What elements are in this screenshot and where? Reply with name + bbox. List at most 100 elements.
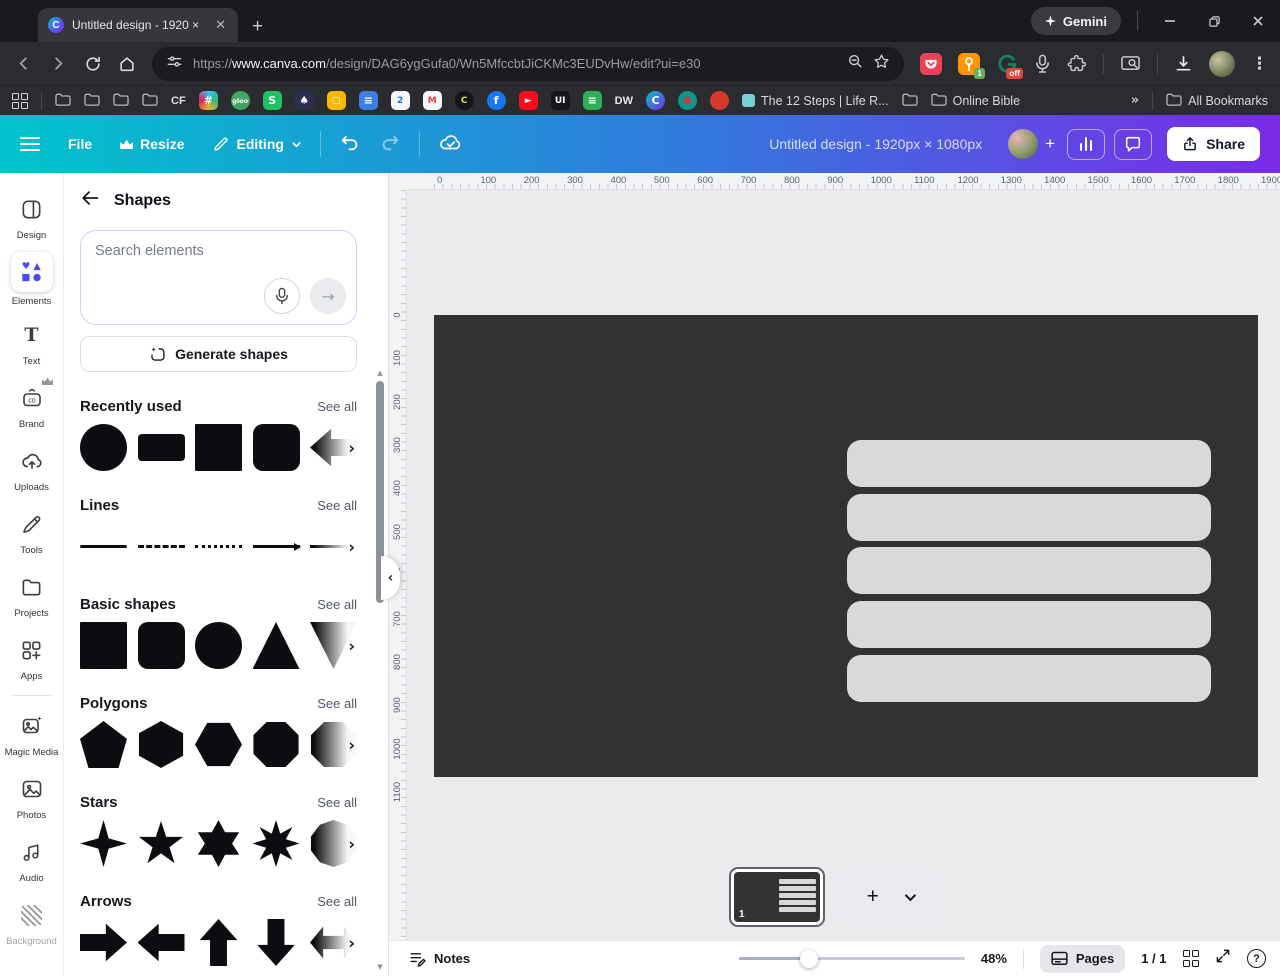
canvas-shape-bar[interactable] xyxy=(847,547,1211,594)
pages-button[interactable]: Pages xyxy=(1040,945,1125,973)
insights-button[interactable] xyxy=(1067,129,1105,160)
invite-plus-icon[interactable]: + xyxy=(1045,134,1055,154)
resize-menu[interactable]: Resize xyxy=(120,136,184,152)
bookmark-cf[interactable]: CF xyxy=(171,95,186,107)
sidebar-item-design[interactable]: Design xyxy=(0,185,63,248)
shape-star5[interactable]: › xyxy=(138,820,185,867)
sidebar-item-audio[interactable]: Audio xyxy=(0,828,63,891)
new-tab-button[interactable]: + xyxy=(252,17,263,36)
bookmark-star-icon[interactable] xyxy=(873,53,890,75)
orange-extension-icon[interactable]: 1 xyxy=(958,53,980,75)
url-bar[interactable]: https://www.canva.com/design/DAG6ygGufa0… xyxy=(152,47,904,81)
see-all-link[interactable]: See all xyxy=(317,696,357,711)
fullscreen-icon[interactable] xyxy=(1215,948,1231,969)
canvas-shape-bar[interactable] xyxy=(847,655,1211,702)
see-all-link[interactable]: See all xyxy=(317,894,357,909)
zoom-slider[interactable] xyxy=(739,957,965,960)
reading-mode-icon[interactable] xyxy=(1120,54,1141,73)
shape-square[interactable]: › xyxy=(80,622,127,669)
shape-square-rounded[interactable]: › xyxy=(253,424,300,471)
tab-close-icon[interactable]: ✕ xyxy=(211,16,230,35)
notes-button[interactable]: Notes xyxy=(409,950,470,967)
shape-line-arrow[interactable]: › xyxy=(253,523,300,570)
see-all-link[interactable]: See all xyxy=(317,399,357,414)
apps-grid-icon[interactable] xyxy=(12,93,28,109)
bookmarks-overflow-chevron[interactable]: » xyxy=(1131,93,1139,108)
sidebar-item-text[interactable]: TText xyxy=(0,311,63,374)
page-thumbnail[interactable]: 1 xyxy=(729,867,825,927)
redo-button[interactable] xyxy=(379,131,401,158)
shape-triangle[interactable]: › xyxy=(253,622,300,669)
see-all-link[interactable]: See all xyxy=(317,795,357,810)
shape-arrow-up[interactable]: › xyxy=(195,919,242,966)
shape-square-rounded[interactable]: › xyxy=(138,622,185,669)
shape-hexagon-flat[interactable]: › xyxy=(195,721,242,768)
bookmark-calendar[interactable]: 2 xyxy=(391,91,410,110)
help-button[interactable]: ? xyxy=(1247,949,1266,968)
bookmark-list[interactable]: ≡ xyxy=(583,91,602,110)
grid-view-icon[interactable] xyxy=(1183,950,1200,967)
bookmark-12-steps[interactable]: The 12 Steps | Life R... xyxy=(742,94,889,108)
share-button[interactable]: Share xyxy=(1167,127,1260,161)
bookmark-slack[interactable]: # xyxy=(199,91,218,110)
file-menu[interactable]: File xyxy=(68,136,92,152)
home-icon[interactable] xyxy=(118,55,136,73)
minimize-button[interactable] xyxy=(1148,0,1192,42)
browser-tab[interactable]: C Untitled design - 1920 × 1080p ✕ xyxy=(38,8,238,42)
bookmark-folder-1[interactable] xyxy=(55,93,71,109)
collaborator-avatar[interactable] xyxy=(1008,129,1038,159)
shape-line-dashed[interactable]: › xyxy=(138,523,185,570)
zoom-slider-thumb[interactable] xyxy=(800,950,818,968)
shape-arrow-down[interactable]: › xyxy=(253,919,300,966)
canvas-shape-bar[interactable] xyxy=(847,440,1211,487)
main-menu-icon[interactable] xyxy=(20,137,40,151)
document-title[interactable]: Untitled design - 1920px × 1080px xyxy=(769,136,982,152)
panel-scrollbar[interactable]: ▲ ▼ xyxy=(375,369,385,971)
bookmark-online-bible[interactable]: Online Bible xyxy=(931,93,1020,109)
back-button[interactable] xyxy=(80,188,100,213)
browser-profile-avatar[interactable] xyxy=(1209,51,1235,77)
sidebar-item-brand[interactable]: coBrand xyxy=(0,374,63,437)
bookmark-folder-3[interactable] xyxy=(113,93,129,109)
editing-mode-menu[interactable]: Editing xyxy=(212,136,301,153)
bookmark-docs[interactable]: ≡ xyxy=(359,91,378,110)
chevron-right-icon[interactable]: › xyxy=(348,933,355,952)
page-options-chevron-icon[interactable] xyxy=(905,890,916,901)
sidebar-item-elements[interactable]: ♥▲■●Elements xyxy=(0,248,63,311)
canvas-shape-bar[interactable] xyxy=(847,601,1211,648)
bookmark-navy[interactable]: ♠ xyxy=(295,91,314,110)
bookmark-folder-4[interactable] xyxy=(142,93,158,109)
shape-octagon[interactable]: › xyxy=(310,721,357,768)
bookmark-folder-5[interactable] xyxy=(902,93,918,109)
scroll-down-icon[interactable]: ▼ xyxy=(375,963,385,971)
sidebar-item-apps[interactable]: Apps xyxy=(0,626,63,689)
shape-triangle-down[interactable]: › xyxy=(310,622,357,669)
all-bookmarks[interactable]: All Bookmarks xyxy=(1166,93,1268,109)
search-submit-button[interactable]: → xyxy=(310,278,346,314)
bookmark-rc[interactable]: C xyxy=(455,91,474,110)
shape-arrow-left[interactable]: › xyxy=(310,424,357,471)
shape-arrow-right[interactable]: › xyxy=(80,919,127,966)
shape-circle[interactable]: › xyxy=(80,424,127,471)
generate-shapes-button[interactable]: Generate shapes xyxy=(80,336,357,372)
chevron-right-icon[interactable]: › xyxy=(348,834,355,853)
shape-line-solid[interactable]: › xyxy=(80,523,127,570)
pocket-extension-icon[interactable] xyxy=(920,53,942,75)
chevron-right-icon[interactable]: › xyxy=(348,735,355,754)
shape-line-arrow[interactable]: › xyxy=(310,523,357,570)
search-input[interactable] xyxy=(81,231,356,283)
shape-pentagon[interactable]: › xyxy=(80,721,127,768)
bookmark-keep[interactable]: □ xyxy=(327,91,346,110)
sidebar-item-magic-media[interactable]: Magic Media xyxy=(0,702,63,765)
shape-hexagon[interactable]: › xyxy=(138,721,185,768)
shape-star6[interactable]: › xyxy=(195,820,242,867)
shape-circle[interactable]: › xyxy=(195,622,242,669)
bookmark-subsplash[interactable]: S xyxy=(263,91,282,110)
sidebar-item-photos[interactable]: Photos xyxy=(0,765,63,828)
bookmark-facebook[interactable]: f xyxy=(487,91,506,110)
shape-star-round[interactable]: › xyxy=(310,820,357,867)
back-icon[interactable] xyxy=(14,54,33,73)
chevron-right-icon[interactable]: › xyxy=(348,438,355,457)
add-page-button[interactable]: + xyxy=(867,885,879,909)
zoom-page-icon[interactable] xyxy=(847,53,863,74)
